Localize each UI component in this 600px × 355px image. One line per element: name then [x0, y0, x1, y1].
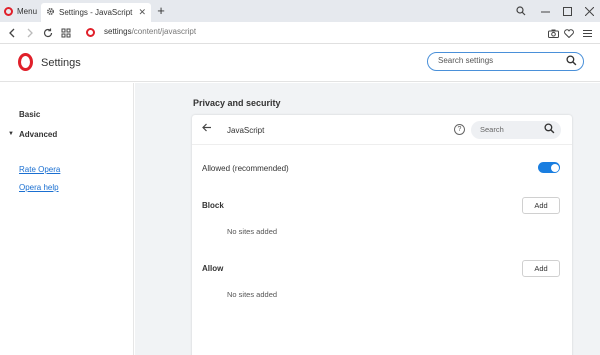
toggle-knob: [550, 163, 559, 172]
opera-logo-icon: [18, 53, 33, 71]
card-header: JavaScript ? Search: [192, 115, 572, 145]
opera-page-icon: [86, 28, 95, 37]
allow-empty-text: No sites added: [227, 290, 278, 299]
window-close-button[interactable]: [578, 0, 600, 22]
block-label: Block: [202, 201, 224, 210]
opera-help-link[interactable]: Opera help: [19, 183, 59, 192]
new-tab-button[interactable]: +: [154, 4, 168, 18]
settings-header: Settings Search settings: [0, 45, 600, 82]
settings-search-input[interactable]: Search settings: [427, 52, 584, 71]
url-path: /content/javascript: [131, 27, 197, 36]
sidebar-item-advanced[interactable]: Advanced: [19, 130, 57, 139]
maximize-button[interactable]: [556, 0, 578, 22]
camera-icon[interactable]: [546, 25, 560, 41]
heart-icon[interactable]: [562, 25, 576, 41]
close-tab-icon[interactable]: ✕: [138, 7, 146, 18]
search-icon: [544, 123, 555, 136]
settings-search-placeholder: Search settings: [438, 56, 494, 65]
site-search-input[interactable]: Search: [471, 121, 561, 139]
easy-setup-icon[interactable]: [580, 25, 594, 41]
speed-dial-icon[interactable]: [58, 25, 74, 41]
block-empty-text: No sites added: [227, 227, 278, 236]
tab-settings[interactable]: Settings - JavaScript ✕: [41, 3, 151, 22]
search-icon: [566, 55, 577, 68]
url-host: settings: [104, 27, 132, 36]
forward-button[interactable]: [22, 25, 38, 41]
page-title: Settings: [41, 57, 81, 69]
tab-strip: Menu Settings - JavaScript ✕ +: [0, 0, 600, 22]
main-content: Privacy and security JavaScript ? Search…: [135, 83, 600, 355]
back-arrow-icon[interactable]: [202, 123, 212, 135]
section-title: Privacy and security: [193, 98, 281, 108]
search-tabs-icon[interactable]: [510, 0, 532, 22]
tab-title: Settings - JavaScript: [59, 8, 133, 17]
back-button[interactable]: [4, 25, 20, 41]
help-icon[interactable]: ?: [454, 124, 465, 135]
add-allow-button[interactable]: Add: [522, 260, 560, 277]
opera-menu-button[interactable]: Menu: [0, 0, 40, 22]
card-title: JavaScript: [227, 126, 265, 135]
address-bar: settings/content/javascript: [0, 22, 600, 44]
minimize-button[interactable]: [534, 0, 556, 22]
javascript-card: JavaScript ? Search Allowed (recommended…: [192, 115, 572, 355]
sidebar-item-basic[interactable]: Basic: [19, 110, 40, 119]
caret-down-icon: ▼: [8, 131, 14, 137]
allow-label: Allow: [202, 264, 224, 273]
url-field[interactable]: settings/content/javascript: [104, 27, 196, 36]
gear-icon: [46, 7, 55, 18]
menu-label: Menu: [17, 6, 38, 16]
add-block-button[interactable]: Add: [522, 197, 560, 214]
allowed-toggle[interactable]: [538, 162, 560, 173]
opera-logo-icon: [4, 6, 13, 16]
sidebar: Basic ▼ Advanced Rate Opera Opera help: [0, 83, 134, 355]
allowed-label: Allowed (recommended): [202, 164, 289, 173]
rate-opera-link[interactable]: Rate Opera: [19, 165, 60, 174]
site-search-placeholder: Search: [480, 125, 504, 134]
reload-button[interactable]: [40, 25, 56, 41]
